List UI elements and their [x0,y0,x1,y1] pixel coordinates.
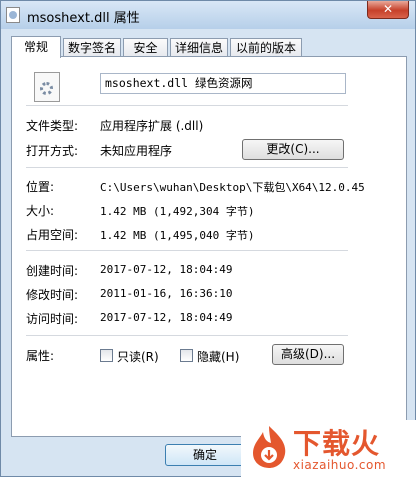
opens-with-value: 未知应用程序 [100,144,173,158]
advanced-button[interactable]: 高级(D)... [272,344,344,365]
watermark-brand: 下载火 [293,427,381,460]
modified-label: 修改时间: [26,288,79,302]
size-value: 1.42 MB (1,492,304 字节) [100,205,255,218]
file-type-value: 应用程序扩展 (.dll) [100,119,204,133]
accessed-label: 访问时间: [26,312,79,326]
modified-value: 2011-01-16, 16:36:10 [100,287,233,300]
divider [26,250,348,251]
readonly-checkbox[interactable]: 只读(R) [100,348,159,365]
ok-button[interactable]: 确定 [165,444,245,466]
size-on-disk-label: 占用空间: [26,228,79,242]
change-button[interactable]: 更改(C)... [242,139,344,160]
location-label: 位置: [26,180,55,194]
tab-previous-versions[interactable]: 以前的版本 [230,38,302,57]
close-button[interactable]: ✕ [367,1,409,19]
size-on-disk-value: 1.42 MB (1,495,040 字节) [100,229,255,242]
file-type-label: 文件类型: [26,119,79,133]
divider [26,105,348,106]
hidden-checkbox[interactable]: 隐藏(H) [180,348,239,365]
attributes-label: 属性: [26,349,55,363]
tab-general[interactable]: 常规 [11,36,61,58]
tab-digital-signatures[interactable]: 数字签名 [63,38,121,57]
opens-with-label: 打开方式: [26,144,79,158]
created-value: 2017-07-12, 18:04:49 [100,263,233,276]
checkbox-box[interactable] [180,349,193,362]
accessed-value: 2017-07-12, 18:04:49 [100,311,233,324]
gear-icon [40,82,53,95]
general-panel: msoshext.dll 绿色资源网 文件类型: 应用程序扩展 (.dll) 打… [11,56,407,437]
location-value: C:\Users\wuhan\Desktop\下载包\X64\12.0.45 [100,181,365,194]
tab-strip: 常规 数字签名 安全 详细信息 以前的版本 [11,36,407,58]
divider [26,335,348,336]
dll-file-icon [6,7,20,23]
window-title: msoshext.dll 属性 [27,11,140,26]
tab-security[interactable]: 安全 [123,38,168,57]
readonly-label: 只读(R) [117,350,159,364]
checkbox-box[interactable] [100,349,113,362]
tab-details[interactable]: 详细信息 [170,38,228,57]
file-name-input[interactable]: msoshext.dll 绿色资源网 [100,73,346,94]
watermark-url: xiazaihuo.com [293,458,387,472]
dll-file-icon [34,72,60,102]
title-bar[interactable]: msoshext.dll 属性 ✕ [1,1,415,29]
watermark: 下载火 xiazaihuo.com [241,420,416,477]
divider [26,167,348,168]
hidden-label: 隐藏(H) [197,350,240,364]
size-label: 大小: [26,204,55,218]
created-label: 创建时间: [26,264,79,278]
properties-window: msoshext.dll 属性 ✕ 常规 数字签名 安全 详细信息 以前的版本 … [0,0,416,477]
flame-logo-icon [253,426,286,468]
